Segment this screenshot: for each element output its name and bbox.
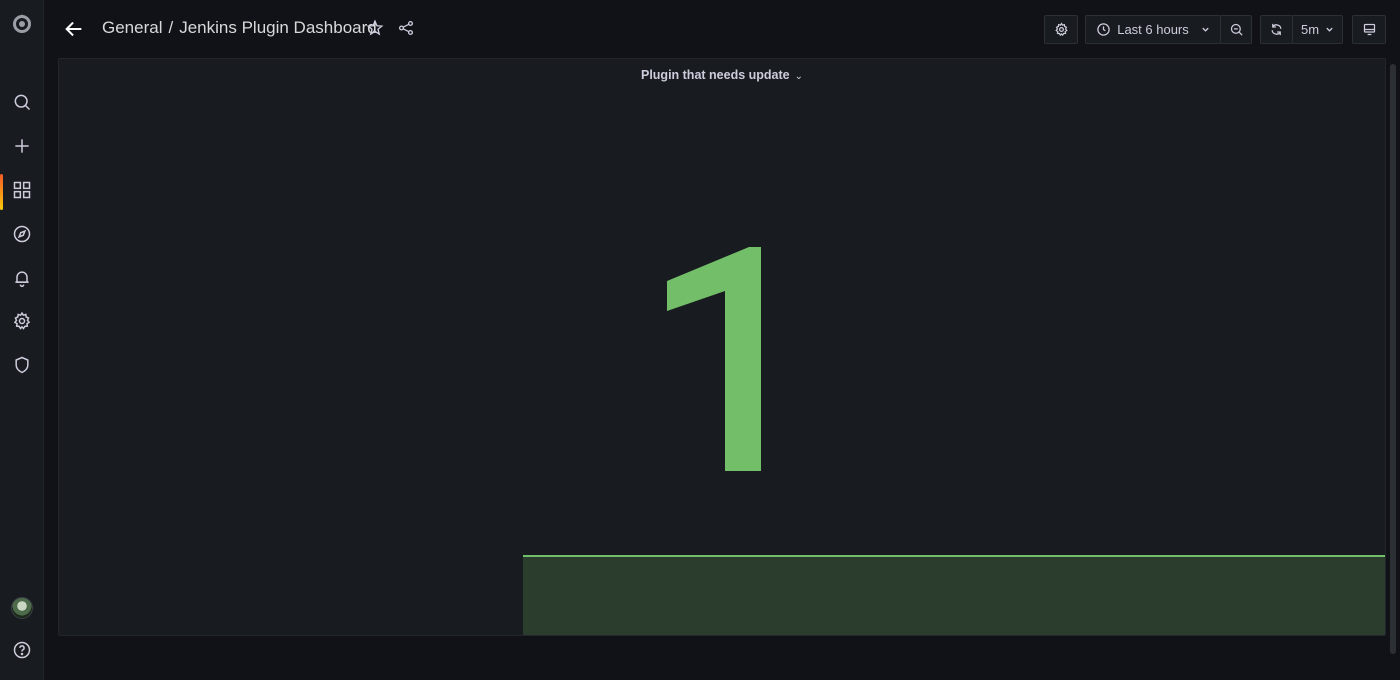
topbar: General / Jenkins Plugin Dashboard Last … (44, 0, 1400, 58)
breadcrumb: General / Jenkins Plugin Dashboard (102, 18, 377, 38)
shield-icon[interactable] (0, 349, 44, 381)
time-range-picker[interactable]: Last 6 hours (1085, 15, 1221, 44)
breadcrumb-folder[interactable]: General (102, 18, 162, 38)
chevron-down-icon: ⌄ (794, 71, 803, 82)
breadcrumb-separator: / (168, 18, 174, 37)
share-icon[interactable] (397, 19, 417, 39)
dashboard-settings-button[interactable] (1044, 15, 1078, 44)
page-scrollbar[interactable] (1390, 60, 1396, 656)
compass-icon[interactable] (0, 218, 44, 250)
refresh-icon (1269, 22, 1284, 37)
refresh-interval-label: 5m (1300, 22, 1320, 37)
bell-icon[interactable] (0, 262, 44, 294)
help-icon[interactable] (0, 634, 44, 666)
dashboard-title[interactable]: Jenkins Plugin Dashboard (179, 18, 377, 38)
back-arrow-icon[interactable] (62, 17, 86, 41)
stat-panel[interactable]: Plugin that needs update ⌄ 1 (58, 58, 1386, 636)
zoom-out-button[interactable] (1220, 15, 1252, 44)
grafana-logo-icon[interactable] (0, 6, 44, 42)
star-icon[interactable] (366, 19, 386, 39)
stat-value: 1 (649, 229, 769, 489)
zoom-out-icon (1229, 22, 1244, 37)
refresh-button[interactable] (1260, 15, 1293, 44)
scrollbar-thumb[interactable] (1390, 64, 1396, 654)
dashboards-icon[interactable] (0, 174, 44, 206)
sparkline (523, 555, 1385, 635)
time-range-label: Last 6 hours (1117, 22, 1189, 37)
gear-icon[interactable] (0, 305, 44, 337)
chevron-down-icon (1201, 25, 1210, 34)
stat-value-glyph (667, 247, 761, 471)
refresh-interval-picker[interactable]: 5m (1292, 15, 1343, 44)
tv-mode-button[interactable] (1352, 15, 1386, 44)
clock-icon (1096, 22, 1111, 37)
plus-icon[interactable] (0, 130, 44, 162)
panel-title: Plugin that needs update (640, 68, 790, 82)
chevron-down-icon (1325, 25, 1334, 34)
avatar[interactable] (11, 597, 33, 619)
panel-header[interactable]: Plugin that needs update ⌄ (59, 68, 1385, 82)
sidebar (0, 0, 44, 680)
search-icon[interactable] (0, 86, 44, 118)
gear-icon (1054, 22, 1069, 37)
monitor-icon (1362, 22, 1377, 37)
